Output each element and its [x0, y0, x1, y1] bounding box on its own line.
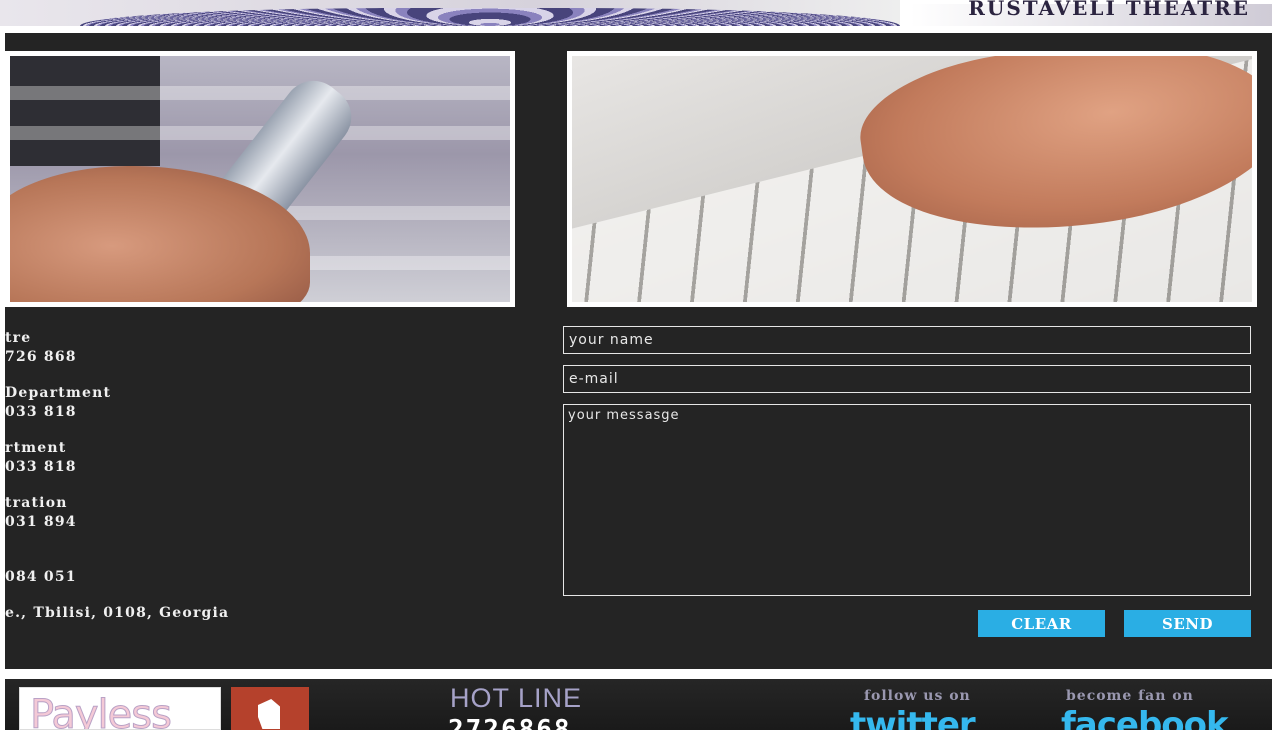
- contact-name: rtment: [5, 440, 67, 456]
- send-button[interactable]: SEND: [1124, 610, 1251, 637]
- name-input[interactable]: [563, 326, 1251, 354]
- address-text: e., Tbilisi, 0108, Georgia: [5, 605, 230, 621]
- twitter-link[interactable]: twitter: [850, 705, 976, 730]
- contact-phone: 031 894: [5, 514, 77, 530]
- contact-name: [5, 549, 525, 568]
- contact-item: tre 726 868: [5, 329, 525, 367]
- sponsor-logo[interactable]: [231, 687, 309, 730]
- phone-photo: [5, 51, 515, 307]
- contact-panel: tre 726 868 Department 033 818 rtment 03…: [5, 33, 1272, 669]
- twitter-caption: follow us on: [864, 688, 971, 704]
- email-input[interactable]: [563, 365, 1251, 393]
- contact-item: rtment 033 818: [5, 439, 525, 477]
- message-textarea[interactable]: [563, 404, 1251, 596]
- facebook-caption: become fan on: [1066, 688, 1194, 704]
- contact-list: tre 726 868 Department 033 818 rtment 03…: [5, 329, 525, 640]
- top-banner: RUSTAVELI THEATRE: [0, 0, 1272, 30]
- contact-item: tration 031 894: [5, 494, 525, 532]
- payless-logo-text: Payless: [30, 692, 173, 730]
- hotline-number: 2726868: [448, 715, 572, 730]
- hotline-label: HOT LINE: [450, 683, 583, 713]
- footer: Payless HOT LINE 2726868 follow us on tw…: [0, 679, 1272, 730]
- contact-item: Department 033 818: [5, 384, 525, 422]
- sponsor-emblem-icon: [258, 699, 280, 729]
- footer-divider: [0, 669, 1272, 679]
- contact-name: tre: [5, 330, 32, 346]
- keyboard-photo: [567, 51, 1257, 307]
- contact-phone: 084 051: [5, 569, 77, 585]
- clear-button[interactable]: CLEAR: [978, 610, 1105, 637]
- contact-address: e., Tbilisi, 0108, Georgia: [5, 604, 525, 623]
- payless-sponsor-logo[interactable]: Payless: [19, 687, 221, 730]
- contact-phone: 033 818: [5, 404, 77, 420]
- contact-name: tration: [5, 495, 68, 511]
- facebook-link[interactable]: facebook: [1061, 705, 1229, 730]
- contact-item: 084 051: [5, 549, 525, 587]
- theatre-name: RUSTAVELI THEATRE: [968, 0, 1250, 20]
- contact-phone: 726 868: [5, 349, 77, 365]
- contact-phone: 033 818: [5, 459, 77, 475]
- contact-name: Department: [5, 385, 112, 401]
